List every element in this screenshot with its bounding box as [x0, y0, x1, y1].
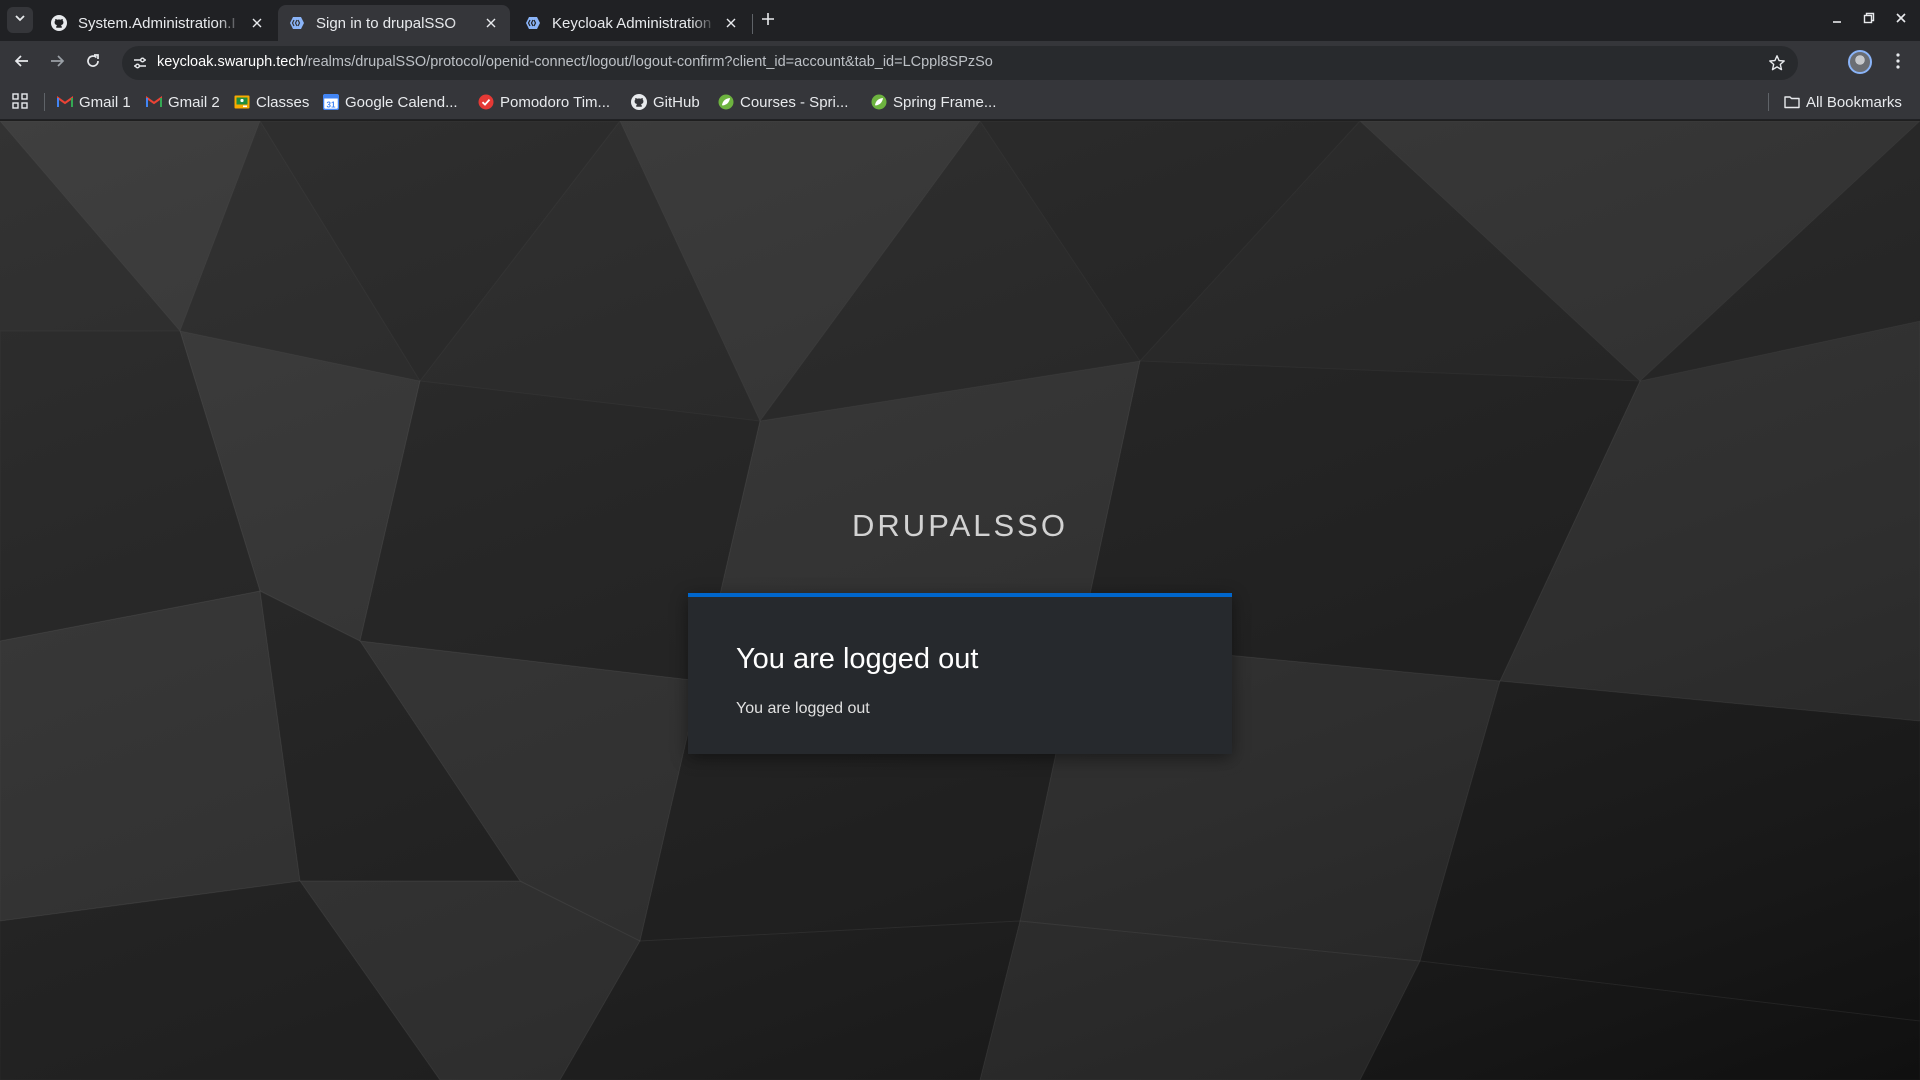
- bookmark-label: Gmail 1: [79, 93, 131, 111]
- bookmark-gmail-2[interactable]: Gmail 2: [146, 92, 220, 112]
- new-tab-button[interactable]: [756, 9, 780, 33]
- tab-search-button[interactable]: [7, 7, 33, 33]
- tab-github[interactable]: System.Administration.I: [40, 5, 276, 41]
- close-window-button[interactable]: [1888, 8, 1914, 32]
- chevron-down-icon: [14, 11, 26, 29]
- bookmark-label: Gmail 2: [168, 93, 220, 111]
- gmail-icon: [146, 94, 162, 110]
- calendar-icon: 31: [323, 94, 339, 110]
- svg-text:31: 31: [327, 101, 336, 110]
- bookmark-github[interactable]: GitHub: [631, 92, 700, 112]
- bookmark-label: Spring Frame...: [893, 93, 997, 111]
- tab-strip: System.Administration.I Sign in to drupa…: [0, 0, 1920, 41]
- close-icon[interactable]: [248, 14, 266, 32]
- github-icon: [50, 14, 68, 32]
- bookmark-label: Courses - Spri...: [740, 93, 849, 111]
- bookmark-classes[interactable]: Classes: [234, 92, 309, 112]
- tab-title: Keycloak Administration: [552, 14, 712, 32]
- realm-title: DRUPALSSO: [852, 508, 1068, 543]
- close-icon[interactable]: [722, 14, 740, 32]
- keycloak-icon: [524, 14, 542, 32]
- github-icon: [631, 94, 647, 110]
- bookmark-label: Google Calend...: [345, 93, 458, 111]
- minimize-button[interactable]: [1824, 8, 1850, 32]
- tab-sign-in-drupalsso[interactable]: Sign in to drupalSSO: [278, 5, 510, 41]
- bookmark-label: Pomodoro Tim...: [500, 93, 611, 111]
- logout-message: You are logged out: [736, 700, 870, 717]
- bookmark-spring-framework[interactable]: Spring Frame...: [871, 92, 996, 112]
- arrow-left-icon: [14, 53, 30, 74]
- bookmark-gmail-1[interactable]: Gmail 1: [57, 92, 131, 112]
- bookmark-label: Classes: [256, 93, 310, 111]
- url-text: keycloak.swaruph.tech/realms/drupalSSO/p…: [157, 54, 993, 70]
- spring-icon: [718, 94, 734, 110]
- classroom-icon: [234, 94, 250, 110]
- close-icon: [1895, 11, 1907, 29]
- minimize-icon: [1831, 11, 1843, 29]
- all-bookmarks-button[interactable]: All Bookmarks: [1784, 92, 1902, 112]
- arrow-right-icon: [49, 53, 65, 74]
- reload-icon: [85, 53, 101, 74]
- tab-separator: [752, 14, 753, 34]
- bookmark-star-icon[interactable]: [1766, 52, 1788, 74]
- logout-heading: You are logged out: [736, 643, 979, 675]
- gmail-icon: [57, 94, 73, 110]
- tab-keycloak-administration[interactable]: Keycloak Administration: [514, 5, 750, 41]
- logout-page: DRUPALSSO You are logged out You are log…: [0, 121, 1920, 1080]
- more-vert-icon: [1896, 52, 1900, 74]
- bookmark-courses-spring[interactable]: Courses - Spri...: [718, 92, 848, 112]
- tab-title: System.Administration.I: [78, 14, 236, 32]
- all-bookmarks-label: All Bookmarks: [1806, 93, 1902, 111]
- bookmarks-separator: [1768, 93, 1769, 111]
- site-info-icon[interactable]: [128, 51, 152, 75]
- close-icon[interactable]: [482, 14, 500, 32]
- pomodoro-icon: [478, 94, 494, 110]
- bookmarks-separator: [44, 93, 45, 111]
- tab-title: Sign in to drupalSSO: [316, 14, 457, 32]
- browser-toolbar: keycloak.swaruph.tech/realms/drupalSSO/p…: [0, 41, 1920, 84]
- keycloak-icon: [288, 14, 306, 32]
- browser-menu-button[interactable]: [1886, 51, 1910, 75]
- url-path: /realms/drupalSSO/protocol/openid-connec…: [303, 54, 993, 70]
- restore-button[interactable]: [1856, 8, 1882, 32]
- url-host: keycloak.swaruph.tech: [157, 54, 304, 70]
- bookmarks-bar: Gmail 1 Gmail 2 Classes 31 Google Calend…: [0, 84, 1920, 120]
- address-bar[interactable]: keycloak.swaruph.tech/realms/drupalSSO/p…: [122, 46, 1798, 80]
- folder-icon: [1784, 94, 1800, 110]
- forward-button[interactable]: [43, 49, 71, 77]
- logout-card: You are logged out You are logged out: [688, 593, 1232, 754]
- bookmark-label: GitHub: [653, 93, 700, 111]
- plus-icon: [761, 12, 775, 31]
- spring-icon: [871, 94, 887, 110]
- profile-avatar[interactable]: [1848, 50, 1872, 74]
- bookmark-pomodoro-timer[interactable]: Pomodoro Tim...: [478, 92, 610, 112]
- back-button[interactable]: [8, 49, 36, 77]
- reload-button[interactable]: [79, 49, 107, 77]
- bookmark-google-calendar[interactable]: 31 Google Calend...: [323, 92, 458, 112]
- apps-grid-icon[interactable]: [11, 92, 29, 110]
- restore-icon: [1863, 11, 1875, 29]
